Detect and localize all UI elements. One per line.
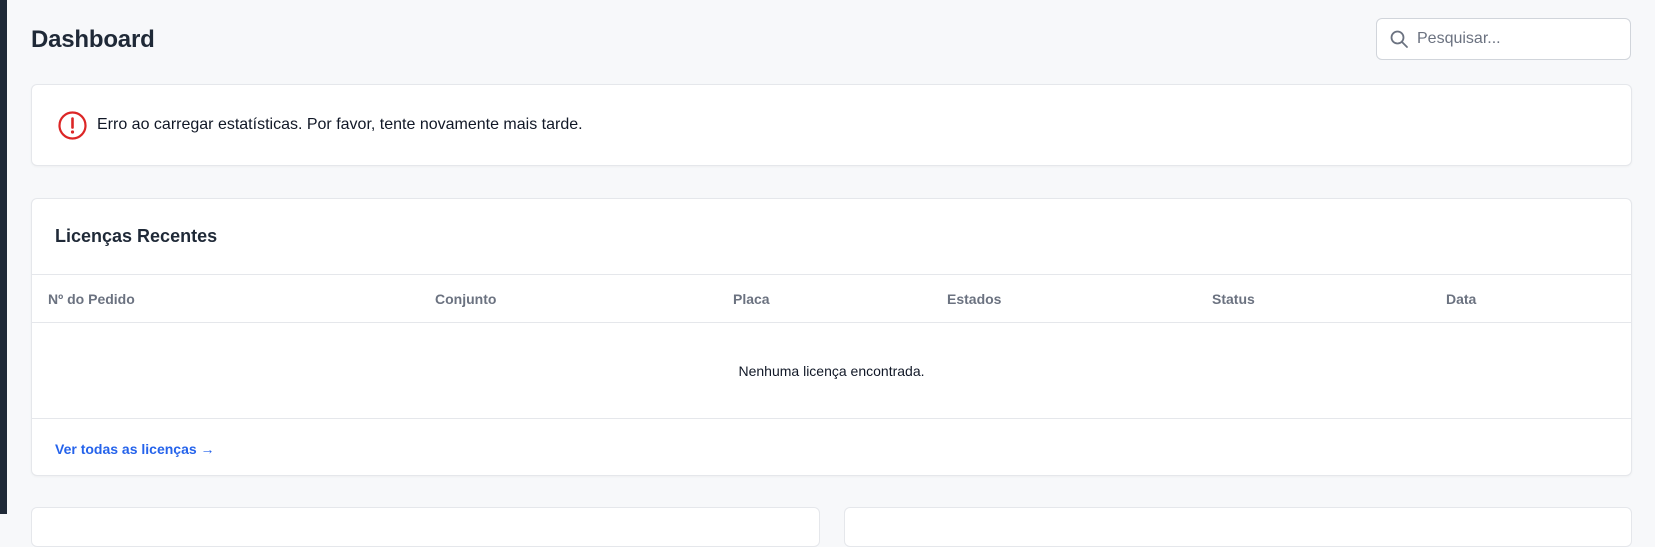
column-header-status: Status bbox=[1212, 291, 1255, 307]
column-header-plate: Placa bbox=[733, 291, 770, 307]
column-header-order-number: Nº do Pedido bbox=[48, 291, 135, 307]
table-header: Nº do Pedido Conjunto Placa Estados Stat… bbox=[32, 274, 1631, 323]
search-icon bbox=[1389, 29, 1409, 49]
page-title: Dashboard bbox=[31, 26, 155, 53]
view-all-licenses-link[interactable]: Ver todas as licenças → bbox=[55, 441, 215, 457]
sidebar-edge bbox=[0, 0, 7, 514]
column-header-date: Data bbox=[1446, 291, 1477, 307]
column-header-set: Conjunto bbox=[435, 291, 497, 307]
recent-licenses-card: Licenças Recentes Nº do Pedido Conjunto … bbox=[31, 198, 1632, 476]
error-alert: Erro ao carregar estatísticas. Por favor… bbox=[31, 84, 1632, 166]
exclamation-circle-icon bbox=[57, 110, 88, 141]
empty-table-row: Nenhuma licença encontrada. bbox=[32, 323, 1631, 419]
error-message: Erro ao carregar estatísticas. Por favor… bbox=[97, 116, 583, 133]
empty-message: Nenhuma licença encontrada. bbox=[738, 362, 925, 379]
column-header-states: Estados bbox=[947, 291, 1002, 307]
search-box[interactable] bbox=[1376, 18, 1631, 60]
bottom-left-card bbox=[31, 507, 820, 547]
search-input[interactable] bbox=[1417, 30, 1607, 48]
card-title: Licenças Recentes bbox=[55, 226, 218, 246]
bottom-right-card bbox=[844, 507, 1632, 547]
